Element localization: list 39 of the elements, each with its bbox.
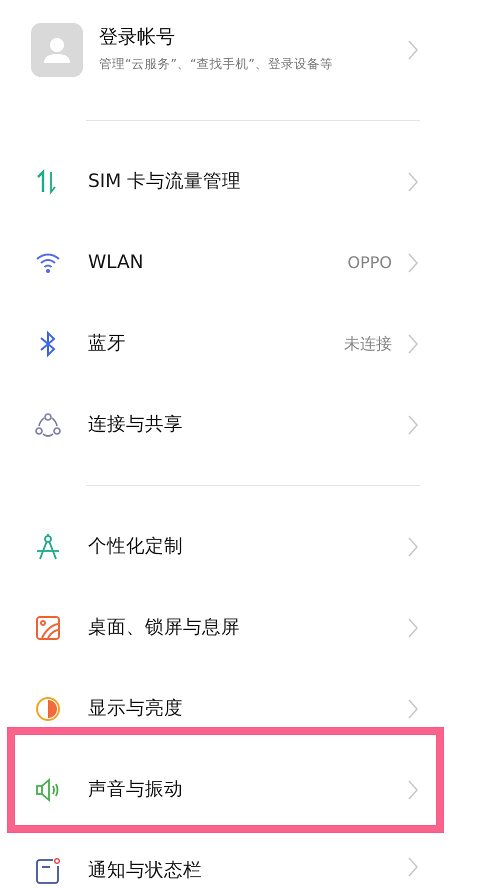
row-label: 通知与状态栏	[88, 859, 203, 883]
settings-row[interactable]: 个性化定制	[0, 506, 486, 587]
chevron-icon	[408, 780, 418, 800]
row-label: SIM 卡与流量管理	[88, 170, 242, 194]
settings-row[interactable]: SIM 卡与流量管理	[0, 141, 486, 222]
settings-row[interactable]: 通知与状态栏	[0, 830, 486, 886]
settings-row[interactable]: 连接与共享	[0, 384, 486, 465]
chevron-icon	[408, 536, 418, 556]
account-row[interactable]: 登录帐号 管理“云服务”、“查找手机”、登录设备等	[0, 0, 486, 100]
row-label: 连接与共享	[88, 412, 184, 437]
row-label: 蓝牙	[88, 332, 127, 356]
row-value: 未连接	[344, 332, 392, 354]
settings-row[interactable]: 显示与亮度	[0, 668, 486, 749]
settings-row[interactable]: 蓝牙 未连接	[0, 303, 486, 384]
chevron-icon	[408, 334, 418, 354]
wallpaper-icon	[34, 614, 62, 642]
chevron-icon	[408, 40, 418, 60]
account-title: 登录帐号	[99, 26, 176, 50]
chevron-icon	[408, 414, 418, 434]
row-value: OPPO	[348, 252, 392, 274]
account-subtitle: 管理“云服务”、“查找手机”、登录设备等	[99, 55, 334, 74]
row-label: WLAN	[88, 250, 145, 275]
nodes-icon	[34, 410, 62, 438]
chevron-icon	[408, 172, 418, 192]
row-label: 显示与亮度	[88, 696, 184, 721]
chevron-icon	[408, 252, 418, 272]
avatar-icon	[31, 23, 83, 77]
settings-row[interactable]: WLAN OPPO	[0, 222, 486, 303]
row-label: 声音与振动	[88, 778, 184, 802]
chevron-icon	[408, 618, 418, 638]
row-label: 个性化定制	[88, 534, 184, 559]
half-circle-icon	[34, 694, 62, 722]
chevron-icon	[408, 857, 418, 877]
settings-row[interactable]: 桌面、锁屏与息屏	[0, 587, 486, 668]
compass-icon	[34, 532, 62, 560]
row-label: 桌面、锁屏与息屏	[88, 616, 241, 640]
chevron-icon	[408, 698, 418, 718]
settings-row[interactable]: 声音与振动	[0, 749, 486, 830]
notification-icon	[34, 857, 62, 885]
